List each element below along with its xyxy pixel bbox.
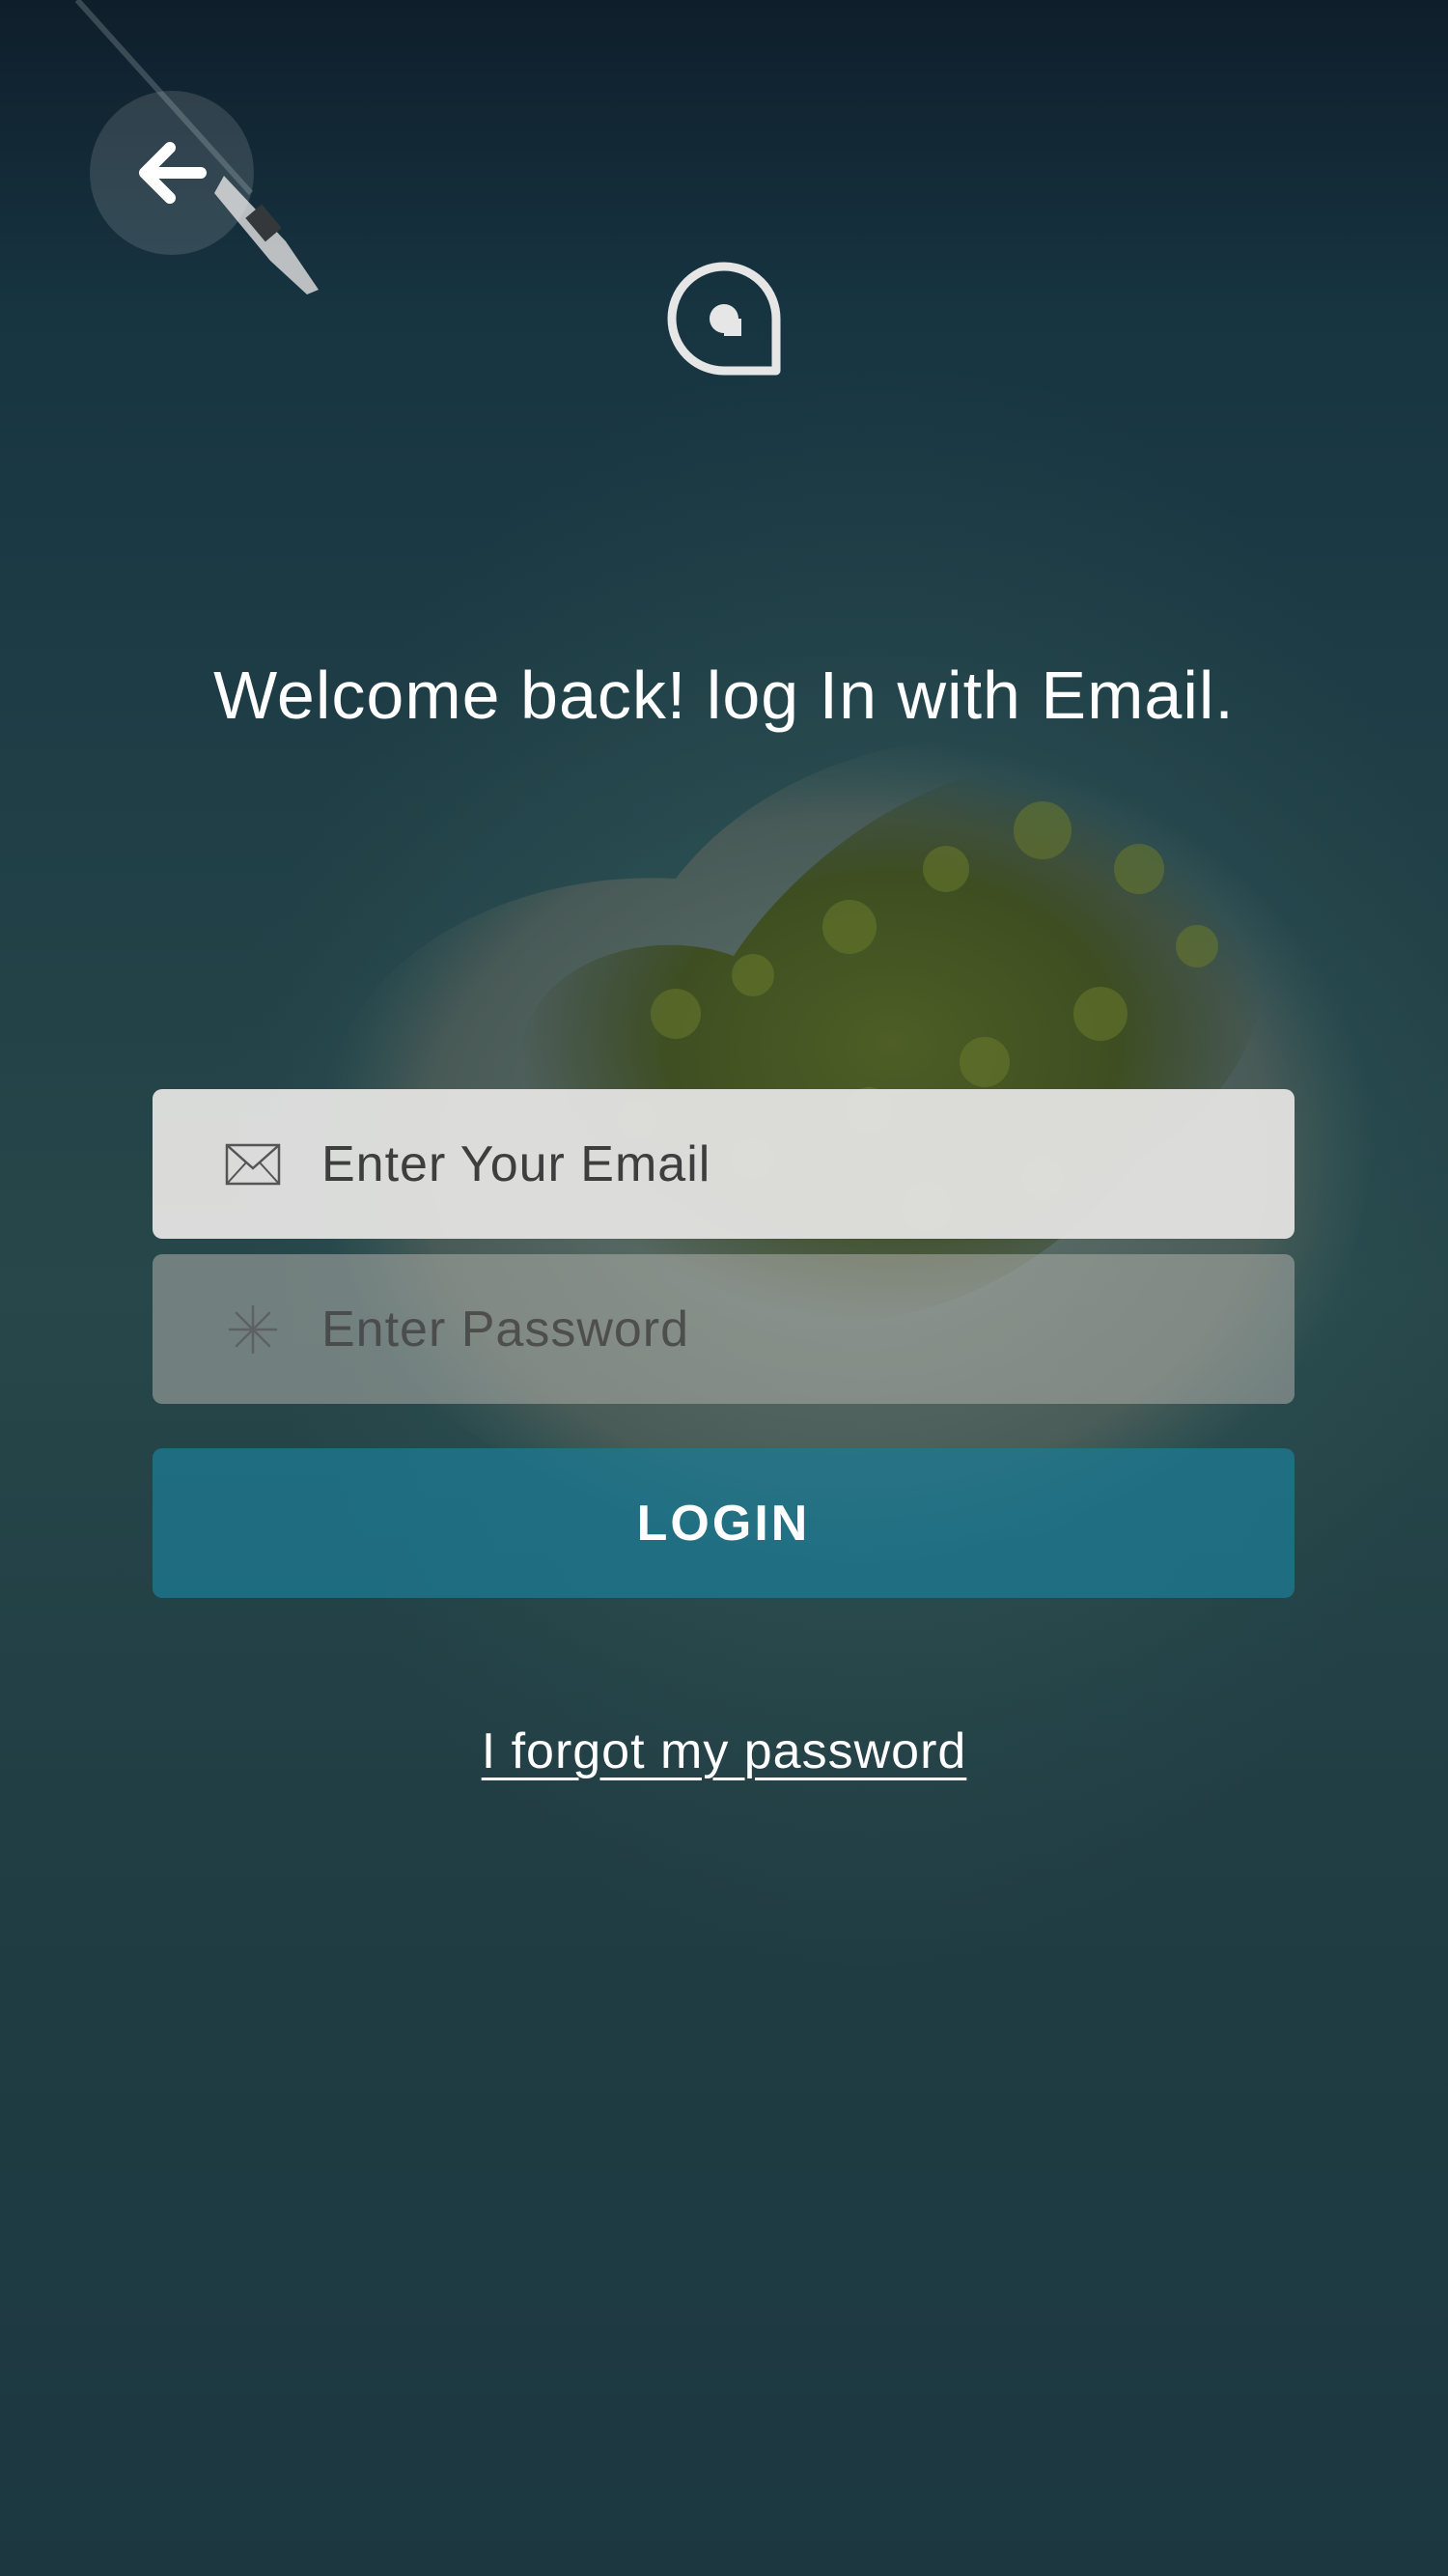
page-title: Welcome back! log In with Email. — [213, 658, 1235, 733]
email-field-container[interactable] — [153, 1089, 1295, 1239]
forgot-password-container: I forgot my password — [0, 1722, 1448, 1780]
arrow-left-icon — [139, 142, 207, 204]
password-field-container[interactable] — [153, 1254, 1295, 1404]
email-input[interactable] — [321, 1089, 1266, 1239]
password-input[interactable] — [321, 1254, 1266, 1404]
asterisk-icon — [224, 1304, 282, 1354]
back-button[interactable] — [90, 91, 254, 255]
login-button[interactable]: LOGIN — [153, 1448, 1295, 1598]
app-logo-icon — [667, 262, 781, 376]
envelope-icon — [224, 1140, 282, 1189]
forgot-password-link[interactable]: I forgot my password — [482, 1723, 967, 1779]
login-screen: Welcome back! log In with Email. Enter Y… — [0, 0, 1448, 2576]
